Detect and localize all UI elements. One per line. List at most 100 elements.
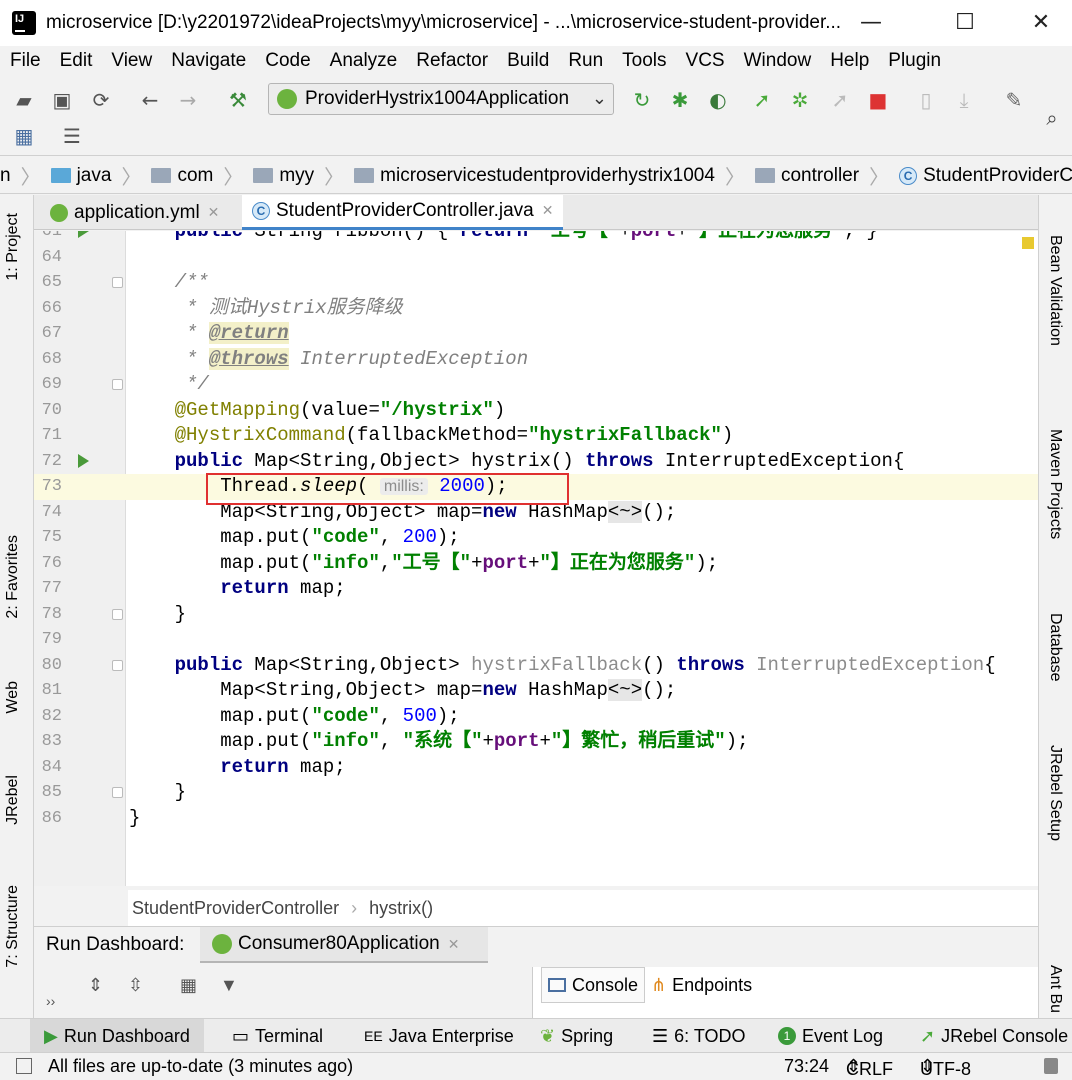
- tab-endpoints[interactable]: ⋔ Endpoints: [645, 967, 758, 1003]
- tab-console[interactable]: Console: [541, 967, 646, 1003]
- footer-class[interactable]: StudentProviderController: [132, 898, 339, 919]
- tool-web[interactable]: Web: [4, 681, 22, 714]
- expand-all-icon[interactable]: ⇕: [88, 975, 110, 997]
- group-icon[interactable]: ▦: [180, 975, 202, 997]
- collapse-all-icon[interactable]: ⇳: [128, 975, 150, 997]
- breadcrumb-java[interactable]: java 〉: [50, 161, 152, 190]
- file-encoding[interactable]: UTF-8 ⇕: [920, 1056, 971, 1079]
- breadcrumb-com[interactable]: com 〉: [151, 161, 253, 190]
- more-icon[interactable]: ››: [46, 993, 55, 1009]
- line-separator[interactable]: CRLF ⇕: [846, 1056, 893, 1079]
- menu-navigate[interactable]: Navigate: [171, 50, 246, 72]
- tool-favorites[interactable]: 2: Favorites: [4, 535, 22, 619]
- tool-bean-validation[interactable]: Bean Validation: [1046, 235, 1064, 346]
- forward-arrow-icon[interactable]: →: [176, 88, 200, 112]
- breadcrumb-prefix[interactable]: n 〉: [0, 161, 51, 190]
- run-configuration-select[interactable]: ProviderHystrix1004Application ⌄: [268, 83, 614, 115]
- bottom-tab-run-dashboard[interactable]: ▶ Run Dashboard: [30, 1019, 204, 1053]
- deploy-icon[interactable]: ▯: [914, 88, 938, 112]
- close-window-button[interactable]: ✕: [1018, 8, 1064, 38]
- code-editor[interactable]: 💡 61 public String ribbon() { return "工号…: [34, 231, 1038, 886]
- bottom-tab-jrebel-console[interactable]: ➚ JRebel Console: [920, 1019, 1068, 1053]
- code-line[interactable]: 61 public String ribbon() { return "工号【"…: [34, 231, 1038, 245]
- download-icon[interactable]: ⤓: [952, 88, 976, 112]
- lock-icon[interactable]: [1044, 1058, 1058, 1074]
- menu-code[interactable]: Code: [265, 50, 310, 72]
- menu-tools[interactable]: Tools: [622, 50, 666, 72]
- close-icon[interactable]: ✕: [208, 205, 220, 221]
- bottom-tab-spring[interactable]: ❦ Spring: [540, 1019, 613, 1053]
- code-line[interactable]: 82 map.put("code", 500);: [34, 704, 1038, 730]
- vcs-log-icon[interactable]: ☰: [60, 124, 84, 148]
- bottom-tab-todo[interactable]: ☰ 6: TODO: [652, 1019, 746, 1053]
- breadcrumb-controller[interactable]: controller 〉: [754, 161, 899, 190]
- caret-position[interactable]: 73:24: [784, 1056, 829, 1077]
- debug-bug-icon[interactable]: ✱: [668, 88, 692, 112]
- code-line[interactable]: 69 */: [34, 372, 1038, 398]
- code-line[interactable]: 78 }: [34, 602, 1038, 628]
- code-line[interactable]: 67 * @return: [34, 321, 1038, 347]
- panel-toggle-icon[interactable]: [16, 1058, 32, 1074]
- code-line[interactable]: 84 return map;: [34, 755, 1038, 781]
- tool-database[interactable]: Database: [1046, 613, 1064, 682]
- open-folder-icon[interactable]: ▰: [12, 88, 36, 112]
- bottom-tab-event-log[interactable]: 1 Event Log: [778, 1019, 883, 1053]
- code-line[interactable]: 83 map.put("info", "系统【"+port+"】繁忙，稍后重试"…: [34, 729, 1038, 755]
- bottom-tab-terminal[interactable]: ▭ Terminal: [232, 1019, 323, 1053]
- rerun-icon[interactable]: ↻: [630, 88, 654, 112]
- code-line[interactable]: 80 public Map<String,Object> hystrixFall…: [34, 653, 1038, 679]
- tool-maven-projects[interactable]: Maven Projects: [1046, 429, 1064, 539]
- code-line[interactable]: 65 /**: [34, 270, 1038, 296]
- breadcrumb-package[interactable]: microservicestudentproviderhystrix1004 〉: [354, 161, 755, 190]
- tool-structure[interactable]: 7: Structure: [4, 885, 22, 968]
- profiler-icon[interactable]: ➚: [828, 88, 852, 112]
- settings-wrench-icon[interactable]: ✎: [1002, 88, 1026, 112]
- close-icon[interactable]: ✕: [542, 203, 554, 219]
- code-line[interactable]: 86}: [34, 806, 1038, 832]
- code-line[interactable]: 76 map.put("info","工号【"+port+"】正在为您服务");: [34, 551, 1038, 577]
- code-line[interactable]: 81 Map<String,Object> map=new HashMap<~>…: [34, 678, 1038, 704]
- filter-icon[interactable]: ▼: [220, 975, 242, 997]
- code-line[interactable]: 70 @GetMapping(value="/hystrix"): [34, 398, 1038, 424]
- code-line[interactable]: 71 @HystrixCommand(fallbackMethod="hystr…: [34, 423, 1038, 449]
- breadcrumb-myy[interactable]: myy 〉: [253, 161, 354, 190]
- menu-help[interactable]: Help: [830, 50, 869, 72]
- menu-plugin[interactable]: Plugin: [888, 50, 941, 72]
- maximize-button[interactable]: ☐: [942, 8, 988, 38]
- close-icon[interactable]: ✕: [448, 936, 460, 953]
- coverage-icon[interactable]: ◐: [706, 88, 730, 112]
- tab-student-provider-controller[interactable]: C StudentProviderController.java ✕: [242, 195, 564, 230]
- menu-view[interactable]: View: [111, 50, 152, 72]
- tool-jrebel-setup[interactable]: JRebel Setup: [1046, 745, 1064, 841]
- code-line[interactable]: 79: [34, 627, 1038, 653]
- project-structure-icon[interactable]: ▦: [12, 124, 36, 148]
- menu-vcs[interactable]: VCS: [686, 50, 725, 72]
- code-line[interactable]: 72 public Map<String,Object> hystrix() t…: [34, 449, 1038, 475]
- code-line[interactable]: 66 * 测试Hystrix服务降级: [34, 296, 1038, 322]
- tool-jrebel[interactable]: JRebel: [4, 775, 22, 825]
- jrebel-run-icon[interactable]: ➚: [750, 88, 774, 112]
- menu-edit[interactable]: Edit: [60, 50, 93, 72]
- code-line[interactable]: 77 return map;: [34, 576, 1038, 602]
- search-icon[interactable]: ⌕: [1040, 106, 1064, 130]
- footer-method[interactable]: hystrix(): [369, 898, 433, 919]
- tab-consumer80[interactable]: Consumer80Application ✕: [200, 927, 488, 963]
- jrebel-debug-icon[interactable]: ✲: [788, 88, 812, 112]
- menu-file[interactable]: File: [10, 50, 41, 72]
- save-icon[interactable]: ▣: [50, 88, 74, 112]
- code-line[interactable]: 75 map.put("code", 200);: [34, 525, 1038, 551]
- tab-application-yml[interactable]: application.yml ✕: [40, 195, 229, 230]
- breadcrumb-class[interactable]: C StudentProviderController: [899, 165, 1072, 187]
- minimize-button[interactable]: —: [848, 8, 894, 38]
- code-line[interactable]: 68 * @throws InterruptedException: [34, 347, 1038, 373]
- menu-analyze[interactable]: Analyze: [330, 50, 398, 72]
- menu-build[interactable]: Build: [507, 50, 549, 72]
- menu-window[interactable]: Window: [744, 50, 812, 72]
- code-line[interactable]: 85 }: [34, 780, 1038, 806]
- back-arrow-icon[interactable]: ←: [138, 88, 162, 112]
- build-hammer-icon[interactable]: ⚒: [226, 88, 250, 112]
- bottom-tab-java-enterprise[interactable]: EE Java Enterprise: [364, 1019, 514, 1053]
- stop-icon[interactable]: ■: [866, 88, 890, 112]
- menu-run[interactable]: Run: [568, 50, 603, 72]
- menu-refactor[interactable]: Refactor: [416, 50, 488, 72]
